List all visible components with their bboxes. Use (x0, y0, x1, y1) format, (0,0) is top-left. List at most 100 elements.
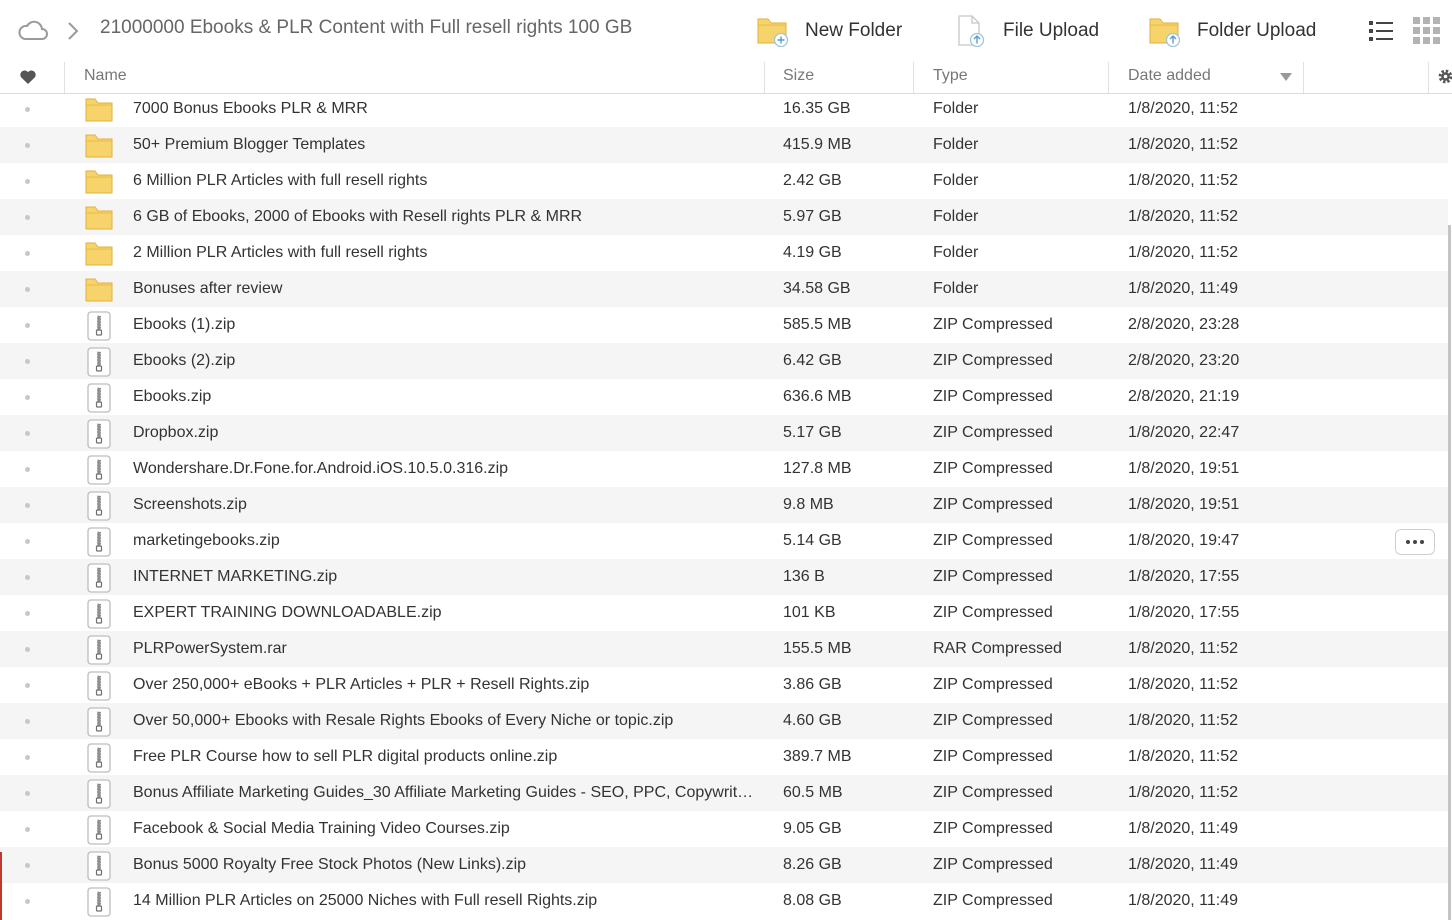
list-view-icon[interactable] (1368, 18, 1394, 44)
favorite-toggle[interactable] (25, 503, 30, 508)
file-name[interactable]: 6 GB of Ebooks, 2000 of Ebooks with Rese… (133, 199, 773, 235)
file-name[interactable]: EXPERT TRAINING DOWNLOADABLE.zip (133, 595, 773, 631)
table-row[interactable]: 14 Million PLR Articles on 25000 Niches … (0, 883, 1448, 919)
file-name[interactable]: Ebooks (1).zip (133, 307, 773, 343)
favorite-toggle[interactable] (25, 359, 30, 364)
favorite-toggle[interactable] (25, 215, 30, 220)
file-name[interactable]: Ebooks (2).zip (133, 343, 773, 379)
table-row[interactable]: 6 Million PLR Articles with full resell … (0, 163, 1448, 199)
favorite-toggle[interactable] (25, 827, 30, 832)
table-row[interactable]: 7000 Bonus Ebooks PLR & MRR 16.35 GB Folde… (0, 91, 1448, 127)
grid-view-icon[interactable] (1413, 17, 1440, 44)
table-row[interactable]: Ebooks (1).zip 585.5 MB ZIP Compressed 2/8/… (0, 307, 1448, 343)
file-name[interactable]: Dropbox.zip (133, 415, 773, 451)
column-type-header[interactable]: Type (933, 62, 968, 93)
favorite-toggle[interactable] (25, 107, 30, 112)
column-divider[interactable] (913, 62, 914, 93)
favorite-toggle[interactable] (25, 791, 30, 796)
heart-icon[interactable] (19, 68, 37, 86)
favorite-toggle[interactable] (25, 431, 30, 436)
table-row[interactable]: marketingebooks.zip 5.14 GB ZIP Compressed… (0, 523, 1448, 559)
favorite-toggle[interactable] (25, 467, 30, 472)
file-name[interactable]: Bonus Affiliate Marketing Guides_30 Affi… (133, 775, 773, 811)
favorite-toggle[interactable] (25, 575, 30, 580)
favorite-toggle[interactable] (25, 755, 30, 760)
table-row[interactable]: INTERNET MARKETING.zip 136 B ZIP Compresse… (0, 559, 1448, 595)
column-size-header[interactable]: Size (783, 62, 814, 93)
file-name[interactable]: Over 250,000+ eBooks + PLR Articles + PL… (133, 667, 773, 703)
table-row[interactable]: PLRPowerSystem.rar 155.5 MB RAR Compressed… (0, 631, 1448, 667)
new-folder-button[interactable]: New Folder (757, 14, 902, 48)
file-type: Folder (933, 172, 979, 189)
table-row[interactable]: Bonus Affiliate Marketing Guides_30 Affi… (0, 775, 1448, 811)
favorite-toggle[interactable] (25, 719, 30, 724)
column-name-header[interactable]: Name (84, 62, 127, 93)
table-row[interactable]: Screenshots.zip 9.8 MB ZIP Compressed 1/8/2… (0, 487, 1448, 523)
table-row[interactable]: EXPERT TRAINING DOWNLOADABLE.zip 101 KB ZI… (0, 595, 1448, 631)
file-date-added: 1/8/2020, 19:51 (1128, 460, 1240, 477)
file-name[interactable]: Facebook & Social Media Training Video C… (133, 811, 773, 847)
table-row[interactable]: Ebooks.zip 636.6 MB ZIP Compressed 2/8/2020… (0, 379, 1448, 415)
favorite-toggle[interactable] (25, 611, 30, 616)
file-name[interactable]: 50+ Premium Blogger Templates (133, 127, 773, 163)
file-name[interactable]: Bonuses after review (133, 271, 773, 307)
more-options-button[interactable] (1395, 529, 1435, 555)
file-name[interactable]: marketingebooks.zip (133, 523, 773, 559)
table-row[interactable]: Dropbox.zip 5.17 GB ZIP Compressed 1/8/2020… (0, 415, 1448, 451)
column-divider[interactable] (64, 62, 65, 93)
favorite-toggle[interactable] (25, 179, 30, 184)
table-row[interactable]: Wondershare.Dr.Fone.for.Android.iOS.10.5… (0, 451, 1448, 487)
file-date-added: 1/8/2020, 11:49 (1128, 892, 1239, 909)
file-name[interactable]: Bonus 5000 Royalty Free Stock Photos (Ne… (133, 847, 773, 883)
favorite-toggle[interactable] (25, 287, 30, 292)
zip-file-icon (87, 707, 111, 737)
column-divider[interactable] (1303, 62, 1304, 93)
folder-upload-button[interactable]: Folder Upload (1149, 14, 1316, 48)
more-dot (1406, 540, 1410, 544)
favorite-toggle[interactable] (25, 323, 30, 328)
column-divider[interactable] (1108, 62, 1109, 93)
file-name[interactable]: INTERNET MARKETING.zip (133, 559, 773, 595)
table-row[interactable]: Bonuses after review 34.58 GB Folder 1/8/20… (0, 271, 1448, 307)
favorite-toggle[interactable] (25, 539, 30, 544)
column-divider[interactable] (764, 62, 765, 93)
file-size: 34.58 GB (783, 280, 851, 297)
file-name[interactable]: 6 Million PLR Articles with full resell … (133, 163, 773, 199)
file-upload-icon (958, 15, 985, 48)
file-name[interactable]: 14 Million PLR Articles on 25000 Niches … (133, 883, 773, 919)
favorite-toggle[interactable] (25, 143, 30, 148)
table-row[interactable]: Over 250,000+ eBooks + PLR Articles + PL… (0, 667, 1448, 703)
favorite-toggle[interactable] (25, 395, 30, 400)
file-name[interactable]: 7000 Bonus Ebooks PLR & MRR (133, 91, 773, 127)
favorite-toggle[interactable] (25, 683, 30, 688)
favorite-toggle[interactable] (25, 647, 30, 652)
column-date-header[interactable]: Date added (1128, 62, 1211, 93)
breadcrumb[interactable]: 21000000 Ebooks & PLR Content with Full … (100, 17, 632, 39)
zip-file-icon (87, 815, 111, 845)
cloud-icon[interactable] (18, 19, 48, 41)
scrollbar[interactable] (1448, 225, 1451, 920)
table-row[interactable]: Facebook & Social Media Training Video C… (0, 811, 1448, 847)
gear-icon[interactable] (1437, 68, 1452, 85)
file-name[interactable]: Wondershare.Dr.Fone.for.Android.iOS.10.5… (133, 451, 773, 487)
file-name[interactable]: Ebooks.zip (133, 379, 773, 415)
table-row[interactable]: Ebooks (2).zip 6.42 GB ZIP Compressed 2/8/2… (0, 343, 1448, 379)
table-row[interactable]: Bonus 5000 Royalty Free Stock Photos (Ne… (0, 847, 1448, 883)
file-name[interactable]: Over 50,000+ Ebooks with Resale Rights E… (133, 703, 773, 739)
file-name[interactable]: Screenshots.zip (133, 487, 773, 523)
column-divider[interactable] (1428, 62, 1429, 93)
file-name[interactable]: PLRPowerSystem.rar (133, 631, 773, 667)
favorite-toggle[interactable] (25, 251, 30, 256)
file-upload-button[interactable]: File Upload (955, 14, 1099, 48)
table-row[interactable]: 2 Million PLR Articles with full resell … (0, 235, 1448, 271)
more-dot (1420, 540, 1424, 544)
file-name[interactable]: Free PLR Course how to sell PLR digital … (133, 739, 773, 775)
table-row[interactable]: Over 50,000+ Ebooks with Resale Rights E… (0, 703, 1448, 739)
file-name[interactable]: 2 Million PLR Articles with full resell … (133, 235, 773, 271)
table-row[interactable]: Free PLR Course how to sell PLR digital … (0, 739, 1448, 775)
table-row[interactable]: 50+ Premium Blogger Templates 415.9 MB Fol… (0, 127, 1448, 163)
table-row[interactable]: 6 GB of Ebooks, 2000 of Ebooks with Rese… (0, 199, 1448, 235)
sort-descending-icon[interactable] (1280, 73, 1292, 81)
favorite-toggle[interactable] (25, 899, 30, 904)
favorite-toggle[interactable] (25, 863, 30, 868)
